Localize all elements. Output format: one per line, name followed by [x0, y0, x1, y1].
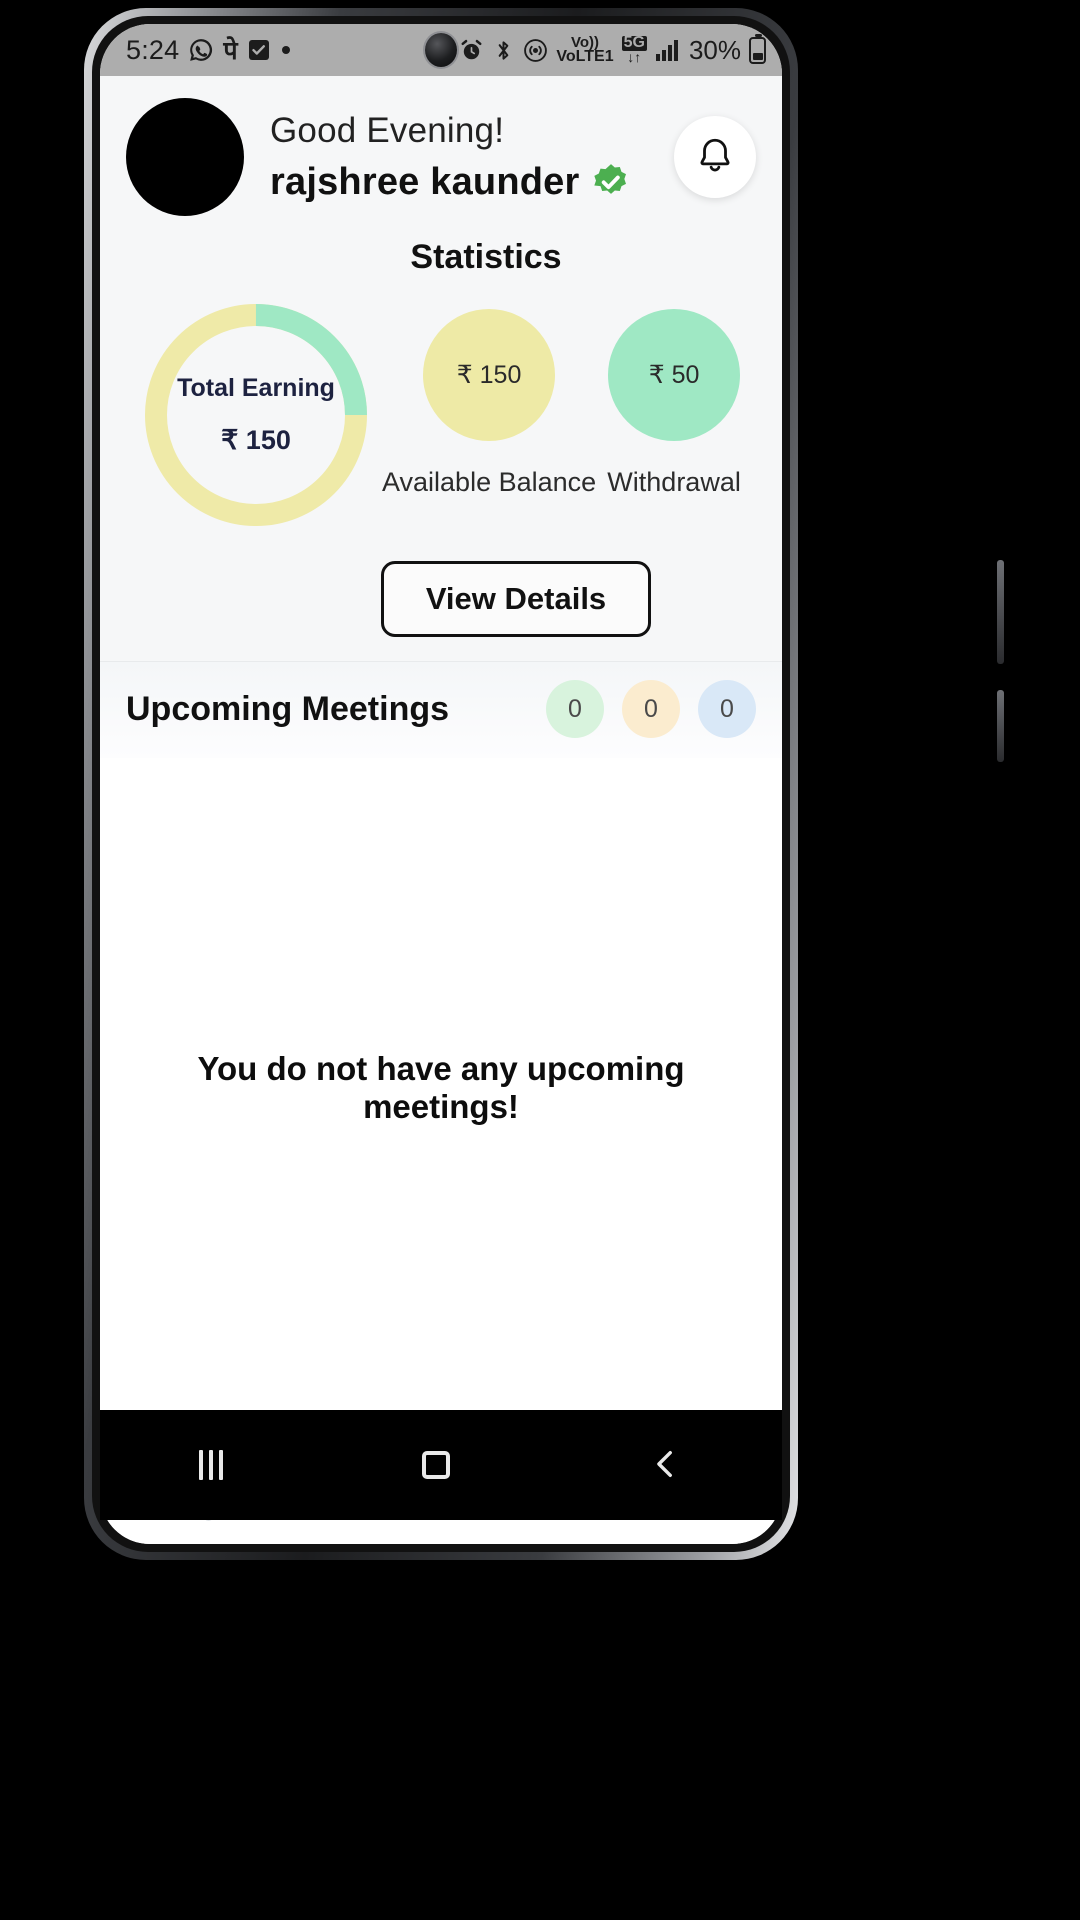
greeting-block: Good Evening! rajshree kaunder	[270, 111, 631, 204]
bell-icon	[694, 135, 736, 180]
total-earning-chart: Total Earning ₹ 150	[130, 287, 382, 535]
available-balance-stat: ₹ 150 Available Balance	[382, 287, 596, 498]
available-balance-bubble: ₹ 150	[423, 309, 556, 441]
username-row: rajshree kaunder	[270, 161, 631, 204]
battery-percent: 30%	[688, 34, 741, 65]
back-button[interactable]	[649, 1447, 683, 1484]
statistics-title: Statistics	[410, 238, 562, 276]
greeting-text: Good Evening!	[270, 110, 505, 150]
fiveg-icon: 5G ↓↑	[621, 34, 647, 65]
total-earning-label: Total Earning	[177, 374, 335, 402]
home-square-icon	[421, 1451, 450, 1479]
meeting-count-badge-1[interactable]: 0	[546, 680, 604, 738]
task-checkbox-icon	[247, 38, 271, 62]
statistics-row: Total Earning ₹ 150 ₹ 150 Available Bala…	[126, 283, 756, 535]
view-details-row: View Details	[126, 561, 756, 637]
donut-chart: Total Earning ₹ 150	[136, 295, 376, 535]
volte-icon: Vo)) VoLTE1	[556, 33, 614, 65]
meeting-count-badge-3[interactable]: 0	[698, 680, 756, 738]
header-card: Good Evening! rajshree kaunder Statistic…	[100, 76, 782, 662]
donut-center-labels: Total Earning ₹ 150	[136, 295, 376, 535]
status-time: 5:24	[126, 34, 180, 65]
profile-row: Good Evening! rajshree kaunder	[126, 98, 756, 216]
user-name: rajshree kaunder	[270, 160, 580, 203]
back-chevron-icon	[649, 1447, 683, 1484]
withdrawal-label: Withdrawal	[607, 467, 741, 497]
recents-button[interactable]	[199, 1450, 224, 1480]
avatar[interactable]	[126, 98, 244, 216]
empty-state-message: You do not have any upcoming meetings!	[197, 1049, 685, 1125]
screenshot-root: 5:24 पे Vo)) VoLTE1 5G ↓↑ 30% Good Eveni…	[0, 0, 1080, 1920]
verified-badge-icon	[591, 162, 631, 202]
total-earning-value: ₹ 150	[221, 425, 291, 455]
upcoming-meetings-bar: Upcoming Meetings 0 0 0	[100, 662, 782, 758]
recents-icon	[199, 1450, 224, 1480]
home-button[interactable]	[421, 1451, 450, 1479]
whatsapp-icon	[188, 37, 214, 63]
meeting-count-group: 0 0 0	[546, 680, 756, 738]
status-bar: 5:24 पे Vo)) VoLTE1 5G ↓↑ 30%	[100, 24, 782, 76]
available-balance-label: Available Balance	[382, 467, 597, 497]
withdrawal-bubble: ₹ 50	[608, 309, 741, 441]
bluetooth-icon	[492, 39, 515, 62]
dot-icon	[280, 44, 292, 56]
app-content: Good Evening! rajshree kaunder Statistic…	[100, 76, 782, 1544]
hotspot-icon	[523, 38, 548, 63]
status-bar-left: 5:24 पे	[126, 33, 292, 67]
phonepe-icon: पे	[223, 37, 238, 65]
upcoming-meetings-title: Upcoming Meetings	[126, 689, 450, 728]
volte-label: VoLTE1	[556, 47, 614, 65]
alarm-icon	[459, 38, 484, 63]
phone-screen: 5:24 पे Vo)) VoLTE1 5G ↓↑ 30% Good Eveni…	[100, 24, 782, 1544]
android-system-navigation	[100, 1410, 782, 1520]
front-camera-punch-hole	[425, 33, 457, 67]
signal-icon	[655, 38, 681, 62]
withdrawal-stat: ₹ 50 Withdrawal	[596, 287, 752, 498]
status-bar-right: Vo)) VoLTE1 5G ↓↑ 30%	[459, 33, 766, 66]
volume-up-button[interactable]	[997, 560, 1004, 664]
meeting-count-badge-2[interactable]: 0	[622, 680, 680, 738]
view-details-button[interactable]: View Details	[380, 561, 652, 637]
volume-down-button[interactable]	[997, 690, 1004, 762]
notification-button[interactable]	[674, 116, 756, 198]
empty-state-area: You do not have any upcoming meetings!	[100, 758, 782, 1417]
battery-icon	[749, 33, 766, 64]
